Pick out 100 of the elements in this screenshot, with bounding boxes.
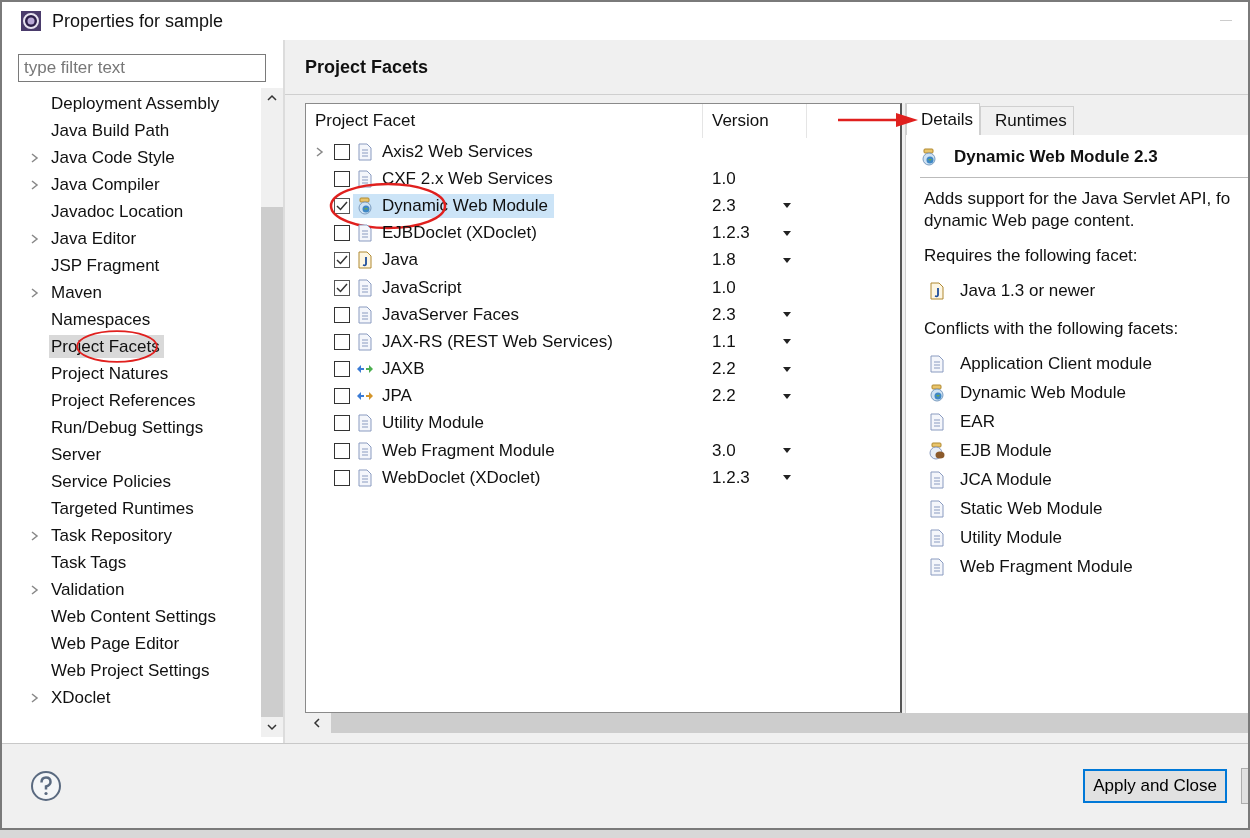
sidebar-item[interactable]: Java Build Path [18, 117, 261, 144]
sidebar-item[interactable]: Targeted Runtimes [18, 495, 261, 522]
apply-and-close-button[interactable]: Apply and Close [1083, 769, 1227, 803]
sidebar-item[interactable]: Deployment Assembly [18, 90, 261, 117]
version-value: 1.2.3 [712, 467, 750, 488]
version-value: 3.0 [712, 440, 736, 461]
tab[interactable]: Runtimes [979, 106, 1074, 135]
dropdown-icon [783, 312, 791, 318]
sidebar-item[interactable]: Project Natures [18, 360, 261, 387]
sidebar-item[interactable]: Java Editor [18, 225, 261, 252]
dropdown-icon [783, 448, 791, 454]
facet-name[interactable]: EJBDoclet (XDoclet) [353, 221, 543, 246]
checkbox[interactable] [334, 306, 350, 323]
facet-name[interactable]: CXF 2.x Web Services [353, 166, 559, 191]
facet-name[interactable]: JPA [353, 384, 418, 409]
version-value: 1.0 [712, 168, 736, 189]
facet-row[interactable]: JavaServer Faces 2.3 [306, 301, 900, 329]
tab[interactable]: Details [906, 103, 980, 135]
sidebar-item[interactable]: Maven [18, 279, 261, 306]
scroll-thumb[interactable] [261, 207, 283, 717]
globe-jar-icon [356, 196, 374, 215]
sidebar-item[interactable]: Web Project Settings [18, 657, 261, 684]
checkbox[interactable] [334, 252, 350, 269]
facet-name[interactable]: Web Fragment Module [353, 438, 561, 463]
column-header[interactable]: Version [703, 104, 807, 138]
sidebar-item[interactable]: Namespaces [18, 306, 261, 333]
globe-jar-icon [928, 383, 946, 402]
sidebar-item[interactable]: Validation [18, 576, 261, 603]
scrollbar[interactable] [261, 88, 283, 737]
facet-row[interactable]: Axis2 Web Services [306, 138, 900, 166]
facet-row[interactable]: JavaScript 1.0 [306, 273, 900, 302]
sidebar-item[interactable]: Task Tags [18, 549, 261, 576]
checkbox[interactable] [334, 197, 350, 214]
facet-row[interactable]: CXF 2.x Web Services 1.0 [306, 165, 900, 193]
facet-row[interactable]: Java 1.8 [306, 246, 900, 274]
checkbox[interactable] [334, 388, 350, 405]
document-icon [928, 412, 946, 431]
facet-name[interactable]: JAX-RS (REST Web Services) [353, 329, 619, 354]
facet-name[interactable]: WebDoclet (XDoclet) [353, 465, 547, 490]
version-value: 1.0 [712, 277, 736, 298]
facet-row[interactable]: WebDoclet (XDoclet) 1.2.3 [306, 464, 900, 492]
dropdown-icon [783, 230, 791, 236]
document-icon [356, 441, 374, 460]
facet-row[interactable]: JAX-RS (REST Web Services) 1.1 [306, 328, 900, 356]
facet-row[interactable]: Utility Module [306, 409, 900, 438]
facet-row[interactable]: JPA 2.2 [306, 382, 900, 410]
facet-row[interactable]: EJBDoclet (XDoclet) 1.2.3 [306, 219, 900, 247]
sidebar-item[interactable]: Web Page Editor [18, 630, 261, 657]
search-field[interactable]: type filter text [18, 54, 266, 82]
document-icon [928, 499, 946, 518]
document-icon [928, 557, 946, 576]
facet-name[interactable]: Java [353, 248, 424, 273]
facet-name: Dynamic Web Module [928, 382, 1126, 403]
checkbox[interactable] [334, 225, 350, 242]
page-title: Project Facets [305, 56, 429, 78]
dropdown-icon [783, 203, 791, 209]
dropdown-icon [783, 393, 791, 399]
sidebar-item[interactable]: JSP Fragment [18, 252, 261, 279]
section-label: Conflicts with the following facets: [924, 319, 1180, 339]
checkbox[interactable] [334, 143, 350, 160]
version-value: 2.2 [712, 359, 736, 380]
sidebar-item[interactable]: Server [18, 441, 261, 468]
facet-name[interactable]: JavaScript [353, 275, 468, 300]
checkbox[interactable] [334, 415, 350, 432]
version-value: 2.2 [712, 386, 736, 407]
sidebar-item[interactable]: XDoclet [18, 684, 261, 711]
java-file-icon [928, 281, 946, 300]
scroll-left-icon [313, 718, 321, 728]
checkbox[interactable] [334, 361, 350, 378]
sidebar-item[interactable]: Project References [18, 387, 261, 414]
description-text: Adds support for the Java Servlet API, fo dynamic Web page content. [924, 188, 1232, 232]
sidebar-item[interactable]: Web Content Settings [18, 603, 261, 630]
facet-name: EAR [928, 411, 995, 432]
sidebar-item[interactable]: Run/Debug Settings [18, 414, 261, 441]
facet-name[interactable]: JavaServer Faces [353, 302, 525, 327]
sidebar-item[interactable]: Java Compiler [18, 171, 261, 198]
facet-name[interactable]: Axis2 Web Services [353, 139, 539, 164]
document-icon [356, 305, 374, 324]
checkbox[interactable] [334, 170, 350, 187]
details-title: Dynamic Web Module 2.3 [920, 147, 1158, 167]
sidebar-item[interactable]: Task Repository [18, 522, 261, 549]
checkbox[interactable] [334, 469, 350, 486]
dropdown-icon [783, 257, 791, 263]
dropdown-icon [783, 339, 791, 345]
checkbox[interactable] [334, 279, 350, 296]
checkbox[interactable] [334, 442, 350, 459]
version-value: 2.3 [712, 304, 736, 325]
sidebar-item[interactable]: Javadoc Location [18, 198, 261, 225]
facet-row[interactable]: JAXB 2.2 [306, 355, 900, 383]
document-icon [928, 354, 946, 373]
section-label: Requires the following facet: [924, 246, 1139, 266]
sidebar-item[interactable]: Service Policies [18, 468, 261, 495]
version-value: 1.2.3 [712, 223, 750, 244]
checkbox[interactable] [334, 333, 350, 350]
facet-name: Utility Module [928, 527, 1063, 548]
facet-name[interactable]: JAXB [353, 357, 431, 382]
column-header[interactable]: Project Facet [306, 104, 703, 138]
facet-name[interactable]: Utility Module [353, 411, 491, 436]
facet-row[interactable]: Web Fragment Module 3.0 [306, 437, 900, 465]
sidebar-item[interactable]: Java Code Style [18, 144, 261, 171]
